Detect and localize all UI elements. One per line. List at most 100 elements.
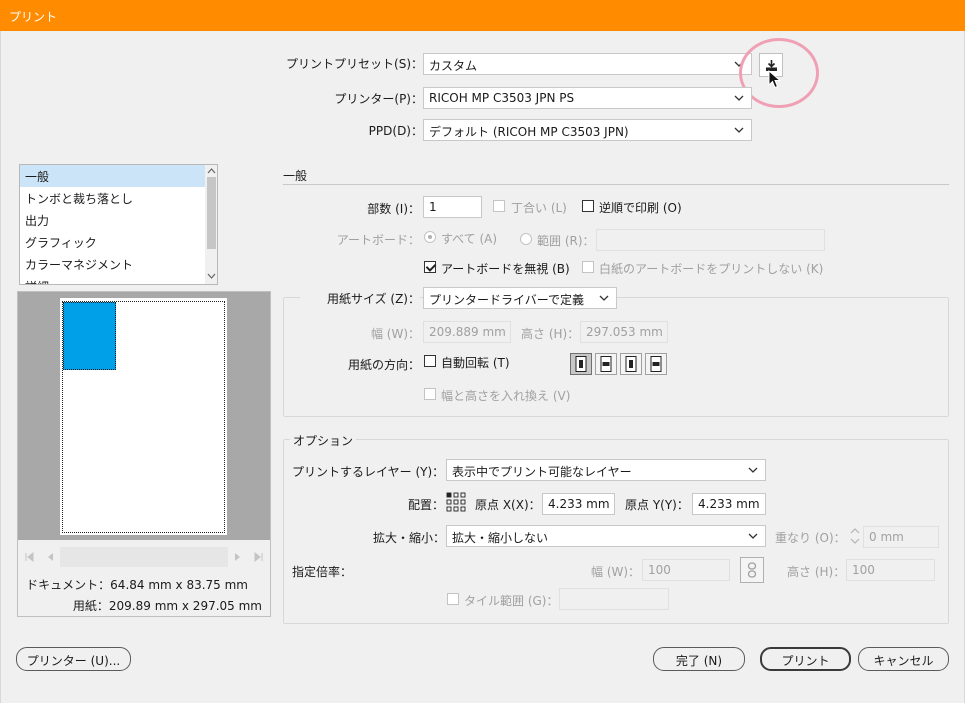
landscape-icon: [600, 356, 612, 372]
preset-value: カスタム: [429, 59, 478, 73]
paper-size-text: 用紙：209.89 mm x 297.05 mm: [72, 599, 262, 613]
preview-canvas[interactable]: [18, 292, 270, 540]
scaling-select[interactable]: 拡大・縮小しない: [446, 525, 766, 547]
origin-x-input[interactable]: 4.233 mm: [542, 493, 615, 515]
orientation-label: 用紙の方向：: [347, 358, 420, 372]
scale-height-input[interactable]: 100: [846, 559, 935, 581]
overlap-label: 重なり (O)：: [775, 531, 846, 545]
general-divider: [283, 184, 949, 185]
scroll-first-icon[interactable]: [24, 552, 34, 562]
auto-rotate-checkbox[interactable]: [424, 355, 436, 367]
orientation-landscape-flipped-button[interactable]: [645, 353, 667, 375]
print-button[interactable]: プリント: [760, 647, 851, 671]
paper-width-input[interactable]: 209.889 mm: [423, 321, 511, 343]
artboard-all-label: すべて (A): [441, 232, 498, 246]
origin-y-input[interactable]: 4.233 mm: [692, 493, 766, 515]
paper-size-label: 用紙サイズ (Z)：: [300, 290, 420, 307]
preset-select[interactable]: カスタム: [423, 53, 752, 75]
category-item-general[interactable]: 一般: [20, 165, 205, 187]
tile-range-input[interactable]: [559, 588, 669, 610]
chevron-down-icon: [748, 467, 758, 473]
document-size-text: ドキュメント：64.84 mm x 83.75 mm: [26, 578, 248, 592]
printer-label: プリンター(P)：: [334, 92, 423, 106]
swap-dimensions-label: 幅と高さを入れ換え (V): [441, 389, 571, 403]
preset-label: プリントプリセット(S)：: [286, 57, 423, 71]
scroll-up-icon: [207, 168, 216, 174]
collate-label: 丁合い (L): [511, 201, 567, 215]
orientation-landscape-button[interactable]: [595, 353, 617, 375]
category-item-graphics[interactable]: グラフィック: [20, 231, 205, 253]
scale-height-label: 高さ (H)：: [787, 565, 846, 579]
category-item-advanced[interactable]: 詳細: [20, 275, 205, 284]
category-list: 一般 トンボと裁ち落とし 出力 グラフィック カラーマネジメント 詳細: [19, 164, 218, 285]
collate-checkbox[interactable]: [493, 200, 505, 212]
orientation-portrait-button[interactable]: [570, 353, 592, 375]
reference-point-icon[interactable]: [446, 492, 466, 512]
category-item-output[interactable]: 出力: [20, 209, 205, 231]
link-icon: [747, 562, 757, 578]
done-button[interactable]: 完了 (N): [653, 647, 745, 671]
print-layers-label: プリントするレイヤー (Y)：: [292, 465, 445, 479]
artboard-range-radio[interactable]: [520, 233, 532, 245]
preview-artwork[interactable]: [63, 302, 116, 370]
scroll-last-icon[interactable]: [254, 552, 264, 562]
print-layers-value: 表示中でプリント可能なレイヤー: [452, 465, 632, 479]
overlap-stepper-icon[interactable]: [849, 526, 861, 546]
chevron-down-icon: [734, 95, 744, 101]
scale-width-label: 幅 (W)：: [591, 565, 641, 579]
portrait-flipped-icon: [625, 356, 637, 372]
scaling-value: 拡大・縮小しない: [452, 531, 549, 545]
print-layers-select[interactable]: 表示中でプリント可能なレイヤー: [446, 459, 766, 481]
custom-scale-label: 指定倍率：: [292, 565, 353, 579]
copies-input[interactable]: 1: [423, 196, 482, 218]
ignore-artboards-checkbox[interactable]: [424, 261, 436, 273]
title-bar: プリント: [0, 0, 965, 31]
tile-range-label: タイル範囲 (G)：: [464, 594, 559, 608]
origin-y-label: 原点 Y(Y)：: [625, 498, 689, 512]
chevron-down-icon: [734, 127, 744, 133]
origin-x-label: 原点 X(X)：: [475, 498, 541, 512]
swap-dimensions-checkbox[interactable]: [424, 388, 436, 400]
preview-scroll-track[interactable]: [60, 547, 228, 567]
artboard-range-input[interactable]: [596, 229, 825, 251]
scroll-right-icon[interactable]: [233, 552, 243, 562]
paper-width-label: 幅 (W)：: [370, 327, 420, 341]
scale-width-input[interactable]: 100: [642, 559, 730, 581]
ignore-artboards-label: アートボードを無視 (B): [441, 262, 570, 276]
paper-height-input[interactable]: 297.053 mm: [580, 321, 668, 343]
artboard-all-radio[interactable]: [424, 231, 436, 243]
placement-label: 配置：: [408, 498, 445, 512]
ppd-value: デフォルト (RICOH MP C3503 JPN): [429, 125, 629, 139]
skip-blank-artboards-checkbox[interactable]: [582, 261, 594, 273]
artboard-range-label: 範囲 (R)：: [537, 234, 595, 248]
category-item-marks-bleeds[interactable]: トンボと裁ち落とし: [20, 187, 205, 209]
scroll-left-icon[interactable]: [45, 552, 55, 562]
printer-select[interactable]: RICOH MP C3503 JPN PS: [423, 87, 752, 109]
options-heading: オプション: [290, 432, 357, 449]
tile-range-checkbox[interactable]: [447, 593, 459, 605]
cancel-button[interactable]: キャンセル: [858, 647, 949, 671]
portrait-icon: [575, 356, 587, 372]
constrain-proportions-button[interactable]: [740, 557, 764, 583]
paper-height-label: 高さ (H)：: [521, 327, 580, 341]
ppd-label: PPD(D)：: [368, 124, 423, 138]
chevron-down-icon: [748, 533, 758, 539]
skip-blank-artboards-label: 白紙のアートボードをプリントしない (K): [599, 262, 824, 276]
ppd-select[interactable]: デフォルト (RICOH MP C3503 JPN): [423, 119, 752, 141]
scroll-down-icon: [207, 273, 216, 279]
printer-settings-button[interactable]: プリンター (U)...: [16, 647, 131, 671]
window-title: プリント: [9, 10, 58, 24]
category-item-color-management[interactable]: カラーマネジメント: [20, 253, 205, 275]
reverse-order-checkbox[interactable]: [582, 200, 594, 212]
artboard-label: アートボード：: [336, 233, 420, 247]
overlap-input[interactable]: 0 mm: [863, 526, 939, 548]
chevron-down-icon: [599, 295, 609, 301]
orientation-portrait-flipped-button[interactable]: [620, 353, 642, 375]
category-scrollbar-thumb[interactable]: [207, 177, 216, 249]
scaling-label: 拡大・縮小：: [373, 531, 446, 545]
category-scrollbar[interactable]: [205, 165, 217, 284]
paper-size-select[interactable]: プリンタードライバーで定義: [423, 287, 617, 309]
printer-value: RICOH MP C3503 JPN PS: [429, 91, 575, 105]
general-heading: 一般: [283, 169, 308, 183]
preview-scrollbar[interactable]: [18, 546, 270, 568]
